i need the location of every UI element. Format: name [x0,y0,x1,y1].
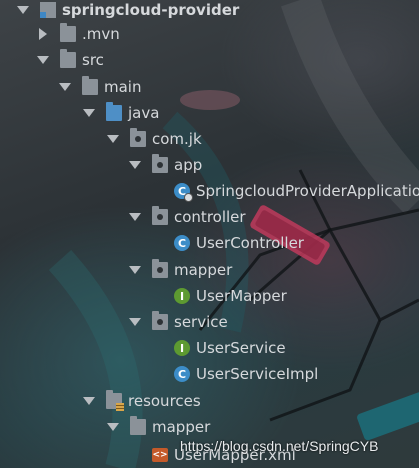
tree-node-label: springcloud-provider [62,1,240,19]
tree-node-service[interactable]: service [128,309,228,335]
tree-node-label: app [174,156,203,174]
package-icon [152,206,168,225]
tree-node-root[interactable]: springcloud-provider [16,0,239,23]
chevron-down-icon[interactable] [128,210,142,224]
interface-icon: I [174,288,190,304]
chevron-down-icon[interactable] [36,53,50,67]
chevron-down-icon[interactable] [58,80,72,94]
folder-icon [60,23,76,42]
tree-node-user-controller[interactable]: C UserController [174,230,304,256]
chevron-down-icon[interactable] [128,263,142,277]
tree-node-resources[interactable]: resources [82,388,201,414]
spring-boot-class-icon: C [174,183,193,202]
tree-node-label: controller [174,208,246,226]
tree-node-user-service[interactable]: I UserService [174,335,286,361]
class-icon: C [174,366,190,382]
module-folder-icon [40,2,56,18]
package-icon [130,128,146,147]
folder-icon [60,49,76,68]
tree-node-label: java [128,104,160,122]
chevron-down-icon[interactable] [128,315,142,329]
watermark-text: https://blog.csdn.net/SpringCYB [180,438,379,454]
tree-node-label: UserMapper [196,287,287,305]
tree-node-label: main [104,78,142,96]
chevron-right-icon[interactable] [36,27,50,41]
project-tree-panel: springcloud-provider .mvn src main java … [0,0,419,468]
chevron-down-icon[interactable] [106,132,120,146]
tree-node-label: SpringcloudProviderApplicatio [196,182,419,200]
tree-node-label: .mvn [82,25,120,43]
tree-node-label: UserController [196,234,304,252]
folder-icon [82,76,98,95]
chevron-down-icon[interactable] [16,3,30,17]
tree-node-controller[interactable]: controller [128,204,246,230]
tree-node-java[interactable]: java [82,100,159,126]
folder-icon [130,416,146,435]
tree-node-label: mapper [174,261,233,279]
chevron-down-icon[interactable] [128,158,142,172]
tree-node-label: UserService [196,339,286,357]
tree-node-app[interactable]: app [128,152,202,178]
tree-node-user-service-impl[interactable]: C UserServiceImpl [174,361,318,387]
interface-icon: I [174,340,190,356]
chevron-down-icon[interactable] [82,394,96,408]
tree-node-mapper[interactable]: mapper [128,257,232,283]
tree-node-app-class[interactable]: C SpringcloudProviderApplicatio [174,178,419,204]
xml-file-icon: <> [152,448,168,462]
package-icon [152,259,168,278]
class-icon: C [174,235,190,251]
resources-folder-icon [106,390,124,411]
tree-node-com-jk[interactable]: com.jk [106,126,202,152]
chevron-down-icon[interactable] [82,106,96,120]
tree-node-main[interactable]: main [58,74,141,100]
tree-node-mvn[interactable]: .mvn [36,21,120,47]
tree-node-user-mapper[interactable]: I UserMapper [174,283,287,309]
package-icon [152,311,168,330]
package-icon [152,154,168,173]
tree-node-label: src [82,51,104,69]
source-folder-icon [106,102,122,121]
tree-node-label: com.jk [152,130,202,148]
tree-node-label: resources [128,392,201,410]
tree-node-label: mapper [152,418,211,436]
tree-node-src[interactable]: src [36,47,104,73]
tree-node-resources-mapper[interactable]: mapper [106,414,210,440]
tree-node-label: service [174,313,228,331]
chevron-down-icon[interactable] [106,420,120,434]
tree-node-label: UserServiceImpl [196,365,319,383]
